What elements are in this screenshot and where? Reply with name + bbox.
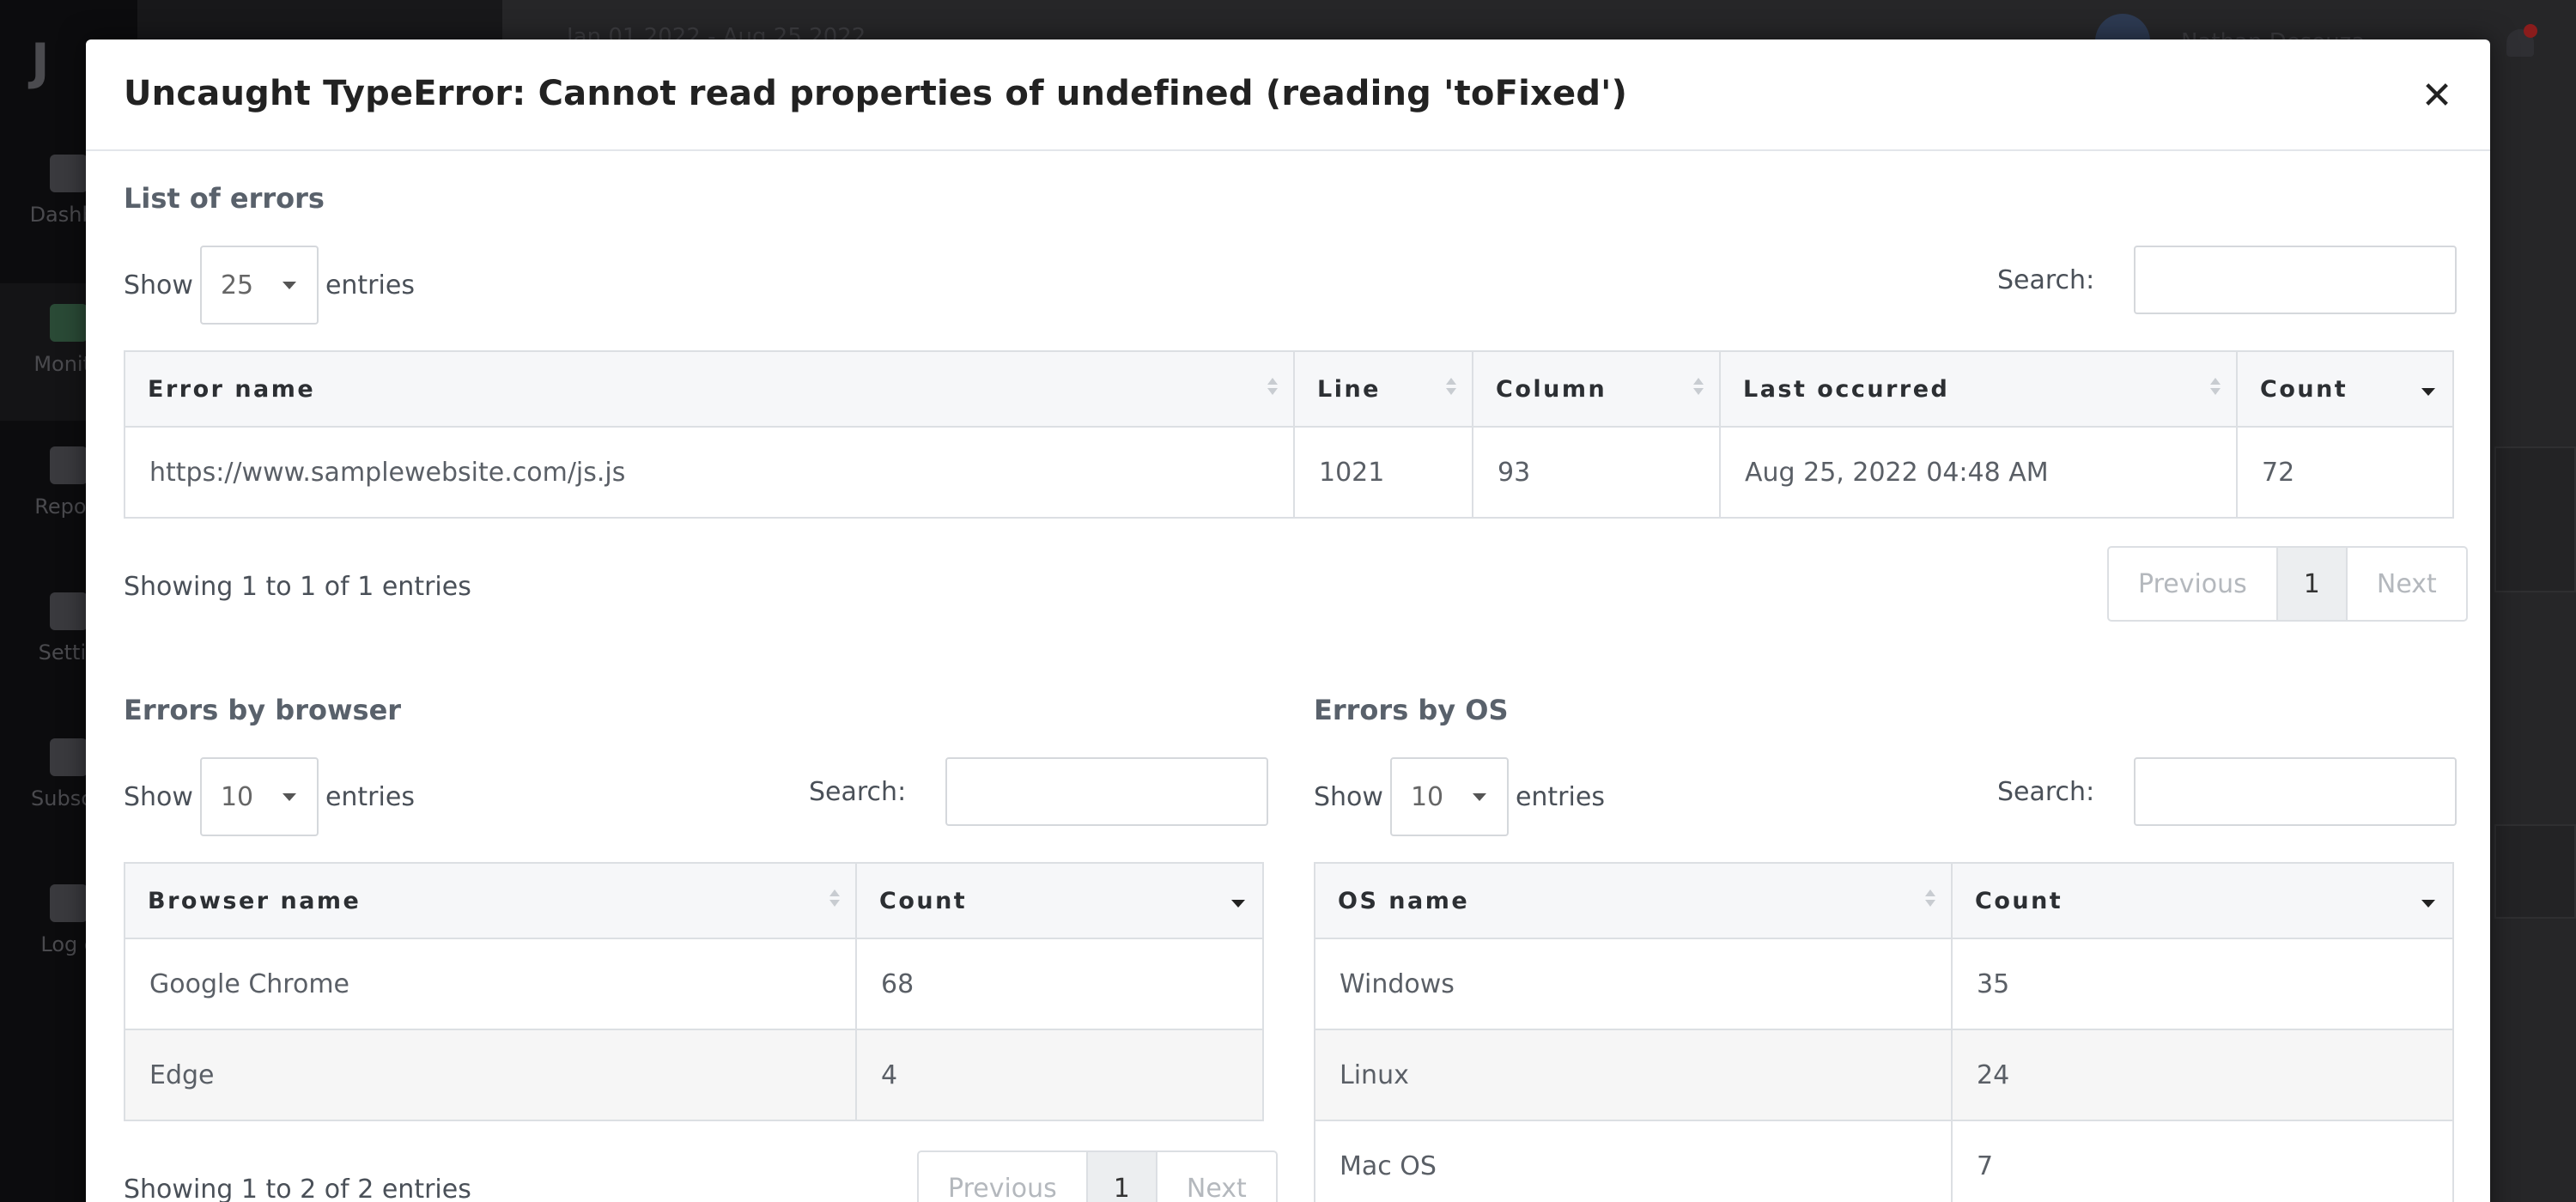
- close-icon[interactable]: ✕: [2418, 77, 2456, 115]
- table-header-row: OS name Count: [1314, 862, 2454, 939]
- errors-table-info: Showing 1 to 1 of 1 entries: [124, 572, 471, 602]
- cell-error-name: https://www.samplewebsite.com/js.js: [124, 426, 1295, 519]
- pagination-page-1[interactable]: 1: [1087, 1152, 1157, 1202]
- entries-label: entries: [1515, 781, 1605, 812]
- search-label: Search:: [1997, 776, 2095, 807]
- caret-down-icon: [282, 793, 296, 801]
- cell-column: 93: [1472, 426, 1721, 519]
- entries-label: entries: [325, 781, 415, 812]
- entries-label: entries: [325, 270, 415, 300]
- app-logo: J: [31, 33, 50, 91]
- column-header-os-name[interactable]: OS name: [1314, 862, 1953, 939]
- browser-table: Browser name Count Google Chrome 68 Edge…: [124, 862, 1264, 1121]
- errors-table: Error name Line Column Last occurred Cou…: [124, 350, 2454, 519]
- section-title-errors-by-os: Errors by OS: [1314, 694, 1509, 726]
- pagination-next[interactable]: Next: [2348, 548, 2466, 620]
- column-header-count[interactable]: Count: [2236, 350, 2454, 428]
- bg-card: [2494, 824, 2576, 919]
- column-header-browser-name[interactable]: Browser name: [124, 862, 857, 939]
- column-header-line[interactable]: Line: [1293, 350, 1473, 428]
- cell-browser-name: Edge: [124, 1029, 857, 1121]
- error-detail-modal: Uncaught TypeError: Cannot read properti…: [86, 39, 2490, 1202]
- rocket-icon: [50, 738, 88, 776]
- cell-line: 1021: [1293, 426, 1473, 519]
- monitor-icon: [50, 304, 88, 342]
- sort-icon: [1693, 378, 1704, 398]
- errors-pagination: Previous 1 Next: [2107, 546, 2468, 622]
- sort-icon: [1925, 889, 1935, 910]
- column-header-count[interactable]: Count: [1951, 862, 2454, 939]
- show-label: Show: [124, 781, 193, 812]
- search-label: Search:: [1997, 264, 2095, 295]
- cell-last-occurred: Aug 25, 2022 04:48 AM: [1719, 426, 2238, 519]
- errors-search-input[interactable]: [2134, 246, 2458, 314]
- pagination-previous[interactable]: Previous: [2109, 548, 2278, 620]
- cell-count: 24: [1951, 1029, 2454, 1121]
- cell-count: 68: [855, 938, 1264, 1030]
- sort-icon: [1446, 378, 1456, 398]
- table-row: Linux 24: [1314, 1029, 2454, 1121]
- browser-length-select[interactable]: 10: [199, 757, 319, 836]
- gear-icon: [50, 592, 88, 630]
- cell-os-name: Mac OS: [1314, 1120, 1953, 1202]
- cell-count: 4: [855, 1029, 1264, 1121]
- cell-os-name: Linux: [1314, 1029, 1953, 1121]
- pagination-page-1[interactable]: 1: [2277, 548, 2348, 620]
- column-header-error-name[interactable]: Error name: [124, 350, 1295, 428]
- column-header-count[interactable]: Count: [855, 862, 1264, 939]
- length-value: 10: [1410, 781, 1444, 812]
- sort-desc-icon: [2421, 388, 2435, 396]
- table-row: Edge 4: [124, 1029, 1264, 1121]
- cell-os-name: Windows: [1314, 938, 1953, 1030]
- report-icon: [50, 446, 88, 484]
- logout-icon: [50, 884, 88, 922]
- browser-search-input[interactable]: [945, 757, 1269, 826]
- sort-icon: [1267, 378, 1278, 398]
- errors-length-select[interactable]: 25: [199, 246, 319, 325]
- table-row: https://www.samplewebsite.com/js.js 1021…: [124, 426, 2454, 519]
- os-search-input[interactable]: [2134, 757, 2458, 826]
- caret-down-icon: [282, 282, 296, 289]
- dashboard-icon: [50, 155, 88, 192]
- table-row: Mac OS 7: [1314, 1120, 2454, 1202]
- length-value: 25: [220, 270, 254, 300]
- browser-length-control: Show 10 entries: [124, 757, 415, 836]
- table-row: Windows 35: [1314, 938, 2454, 1030]
- os-search-control: Search:: [1997, 757, 2458, 826]
- cell-count: 35: [1951, 938, 2454, 1030]
- table-header-row: Error name Line Column Last occurred Cou…: [124, 350, 2454, 428]
- section-title-list-of-errors: List of errors: [124, 182, 325, 215]
- os-length-select[interactable]: 10: [1389, 757, 1509, 836]
- search-label: Search:: [809, 776, 907, 807]
- show-label: Show: [124, 270, 193, 300]
- bg-card: [2494, 446, 2576, 592]
- os-table: OS name Count Windows 35 Linux 24 Mac OS…: [1314, 862, 2454, 1202]
- sort-desc-icon: [1231, 900, 1245, 908]
- column-header-column[interactable]: Column: [1472, 350, 1721, 428]
- column-header-last-occurred[interactable]: Last occurred: [1719, 350, 2238, 428]
- errors-length-control: Show 25 entries: [124, 246, 415, 325]
- table-row: Google Chrome 68: [124, 938, 1264, 1030]
- pagination-next[interactable]: Next: [1157, 1152, 1276, 1202]
- show-label: Show: [1314, 781, 1383, 812]
- sort-desc-icon: [2421, 900, 2435, 908]
- browser-search-control: Search:: [809, 757, 1269, 826]
- section-title-errors-by-browser: Errors by browser: [124, 694, 402, 726]
- cell-count: 7: [1951, 1120, 2454, 1202]
- os-length-control: Show 10 entries: [1314, 757, 1605, 836]
- pagination-previous[interactable]: Previous: [919, 1152, 1088, 1202]
- cell-count: 72: [2236, 426, 2454, 519]
- sort-icon: [829, 889, 840, 910]
- modal-header: Uncaught TypeError: Cannot read properti…: [86, 39, 2490, 151]
- browser-pagination: Previous 1 Next: [917, 1150, 1278, 1202]
- length-value: 10: [220, 781, 254, 812]
- bell-icon: [2503, 24, 2537, 62]
- cell-browser-name: Google Chrome: [124, 938, 857, 1030]
- table-header-row: Browser name Count: [124, 862, 1264, 939]
- errors-search-control: Search:: [1997, 246, 2458, 314]
- caret-down-icon: [1472, 793, 1486, 801]
- modal-title: Uncaught TypeError: Cannot read properti…: [124, 74, 1628, 113]
- sort-icon: [2210, 378, 2221, 398]
- browser-table-info: Showing 1 to 2 of 2 entries: [124, 1175, 471, 1202]
